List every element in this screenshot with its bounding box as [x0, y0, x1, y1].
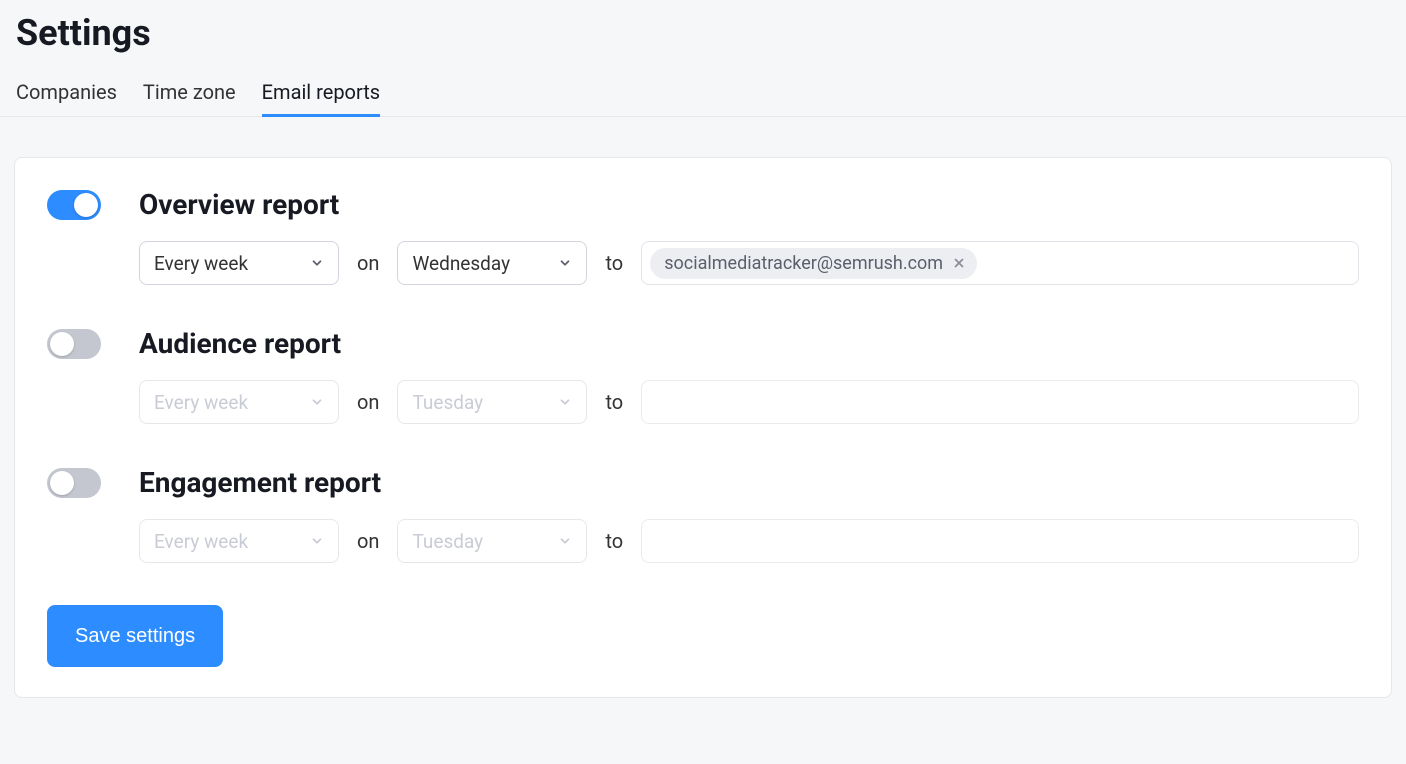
overview-day-select[interactable]: Wednesday	[397, 241, 587, 285]
overview-email-input[interactable]: socialmediatracker@semrush.com	[641, 241, 1359, 285]
overview-to-label: to	[605, 251, 623, 275]
close-icon[interactable]	[951, 255, 967, 271]
engagement-day-value: Tuesday	[412, 530, 483, 553]
engagement-report-toggle[interactable]	[47, 468, 101, 498]
overview-email-chip-text: socialmediatracker@semrush.com	[664, 253, 943, 274]
engagement-report-block: Engagement report Every week on Tuesday …	[47, 466, 1359, 563]
engagement-frequency-select: Every week	[139, 519, 339, 563]
audience-frequency-value: Every week	[154, 391, 248, 414]
settings-tab-bar: Companies Time zone Email reports	[0, 72, 1406, 117]
overview-frequency-value: Every week	[154, 252, 248, 275]
overview-frequency-select[interactable]: Every week	[139, 241, 339, 285]
tab-time-zone[interactable]: Time zone	[143, 72, 236, 116]
save-settings-button[interactable]: Save settings	[47, 605, 223, 667]
chevron-down-icon	[558, 534, 572, 548]
engagement-frequency-value: Every week	[154, 530, 248, 553]
tab-email-reports[interactable]: Email reports	[262, 72, 380, 116]
chevron-down-icon	[558, 256, 572, 270]
engagement-day-select: Tuesday	[397, 519, 587, 563]
chevron-down-icon	[310, 534, 324, 548]
audience-on-label: on	[357, 390, 379, 414]
overview-day-value: Wednesday	[412, 252, 510, 275]
audience-report-toggle[interactable]	[47, 329, 101, 359]
chevron-down-icon	[310, 256, 324, 270]
engagement-to-label: to	[605, 529, 623, 553]
audience-to-label: to	[605, 390, 623, 414]
overview-email-chip: socialmediatracker@semrush.com	[650, 248, 977, 279]
tab-companies[interactable]: Companies	[16, 72, 117, 116]
chevron-down-icon	[310, 395, 324, 409]
audience-day-value: Tuesday	[412, 391, 483, 414]
chevron-down-icon	[558, 395, 572, 409]
engagement-report-title: Engagement report	[139, 466, 381, 499]
audience-frequency-select: Every week	[139, 380, 339, 424]
audience-report-block: Audience report Every week on Tuesday to	[47, 327, 1359, 424]
engagement-email-input	[641, 519, 1359, 563]
email-reports-panel: Overview report Every week on Wednesday …	[14, 157, 1392, 698]
audience-report-title: Audience report	[139, 327, 341, 360]
overview-on-label: on	[357, 251, 379, 275]
overview-report-toggle[interactable]	[47, 190, 101, 220]
overview-report-title: Overview report	[139, 188, 339, 221]
overview-report-block: Overview report Every week on Wednesday …	[47, 188, 1359, 285]
audience-day-select: Tuesday	[397, 380, 587, 424]
engagement-on-label: on	[357, 529, 379, 553]
audience-email-input	[641, 380, 1359, 424]
page-title: Settings	[0, 0, 1406, 72]
